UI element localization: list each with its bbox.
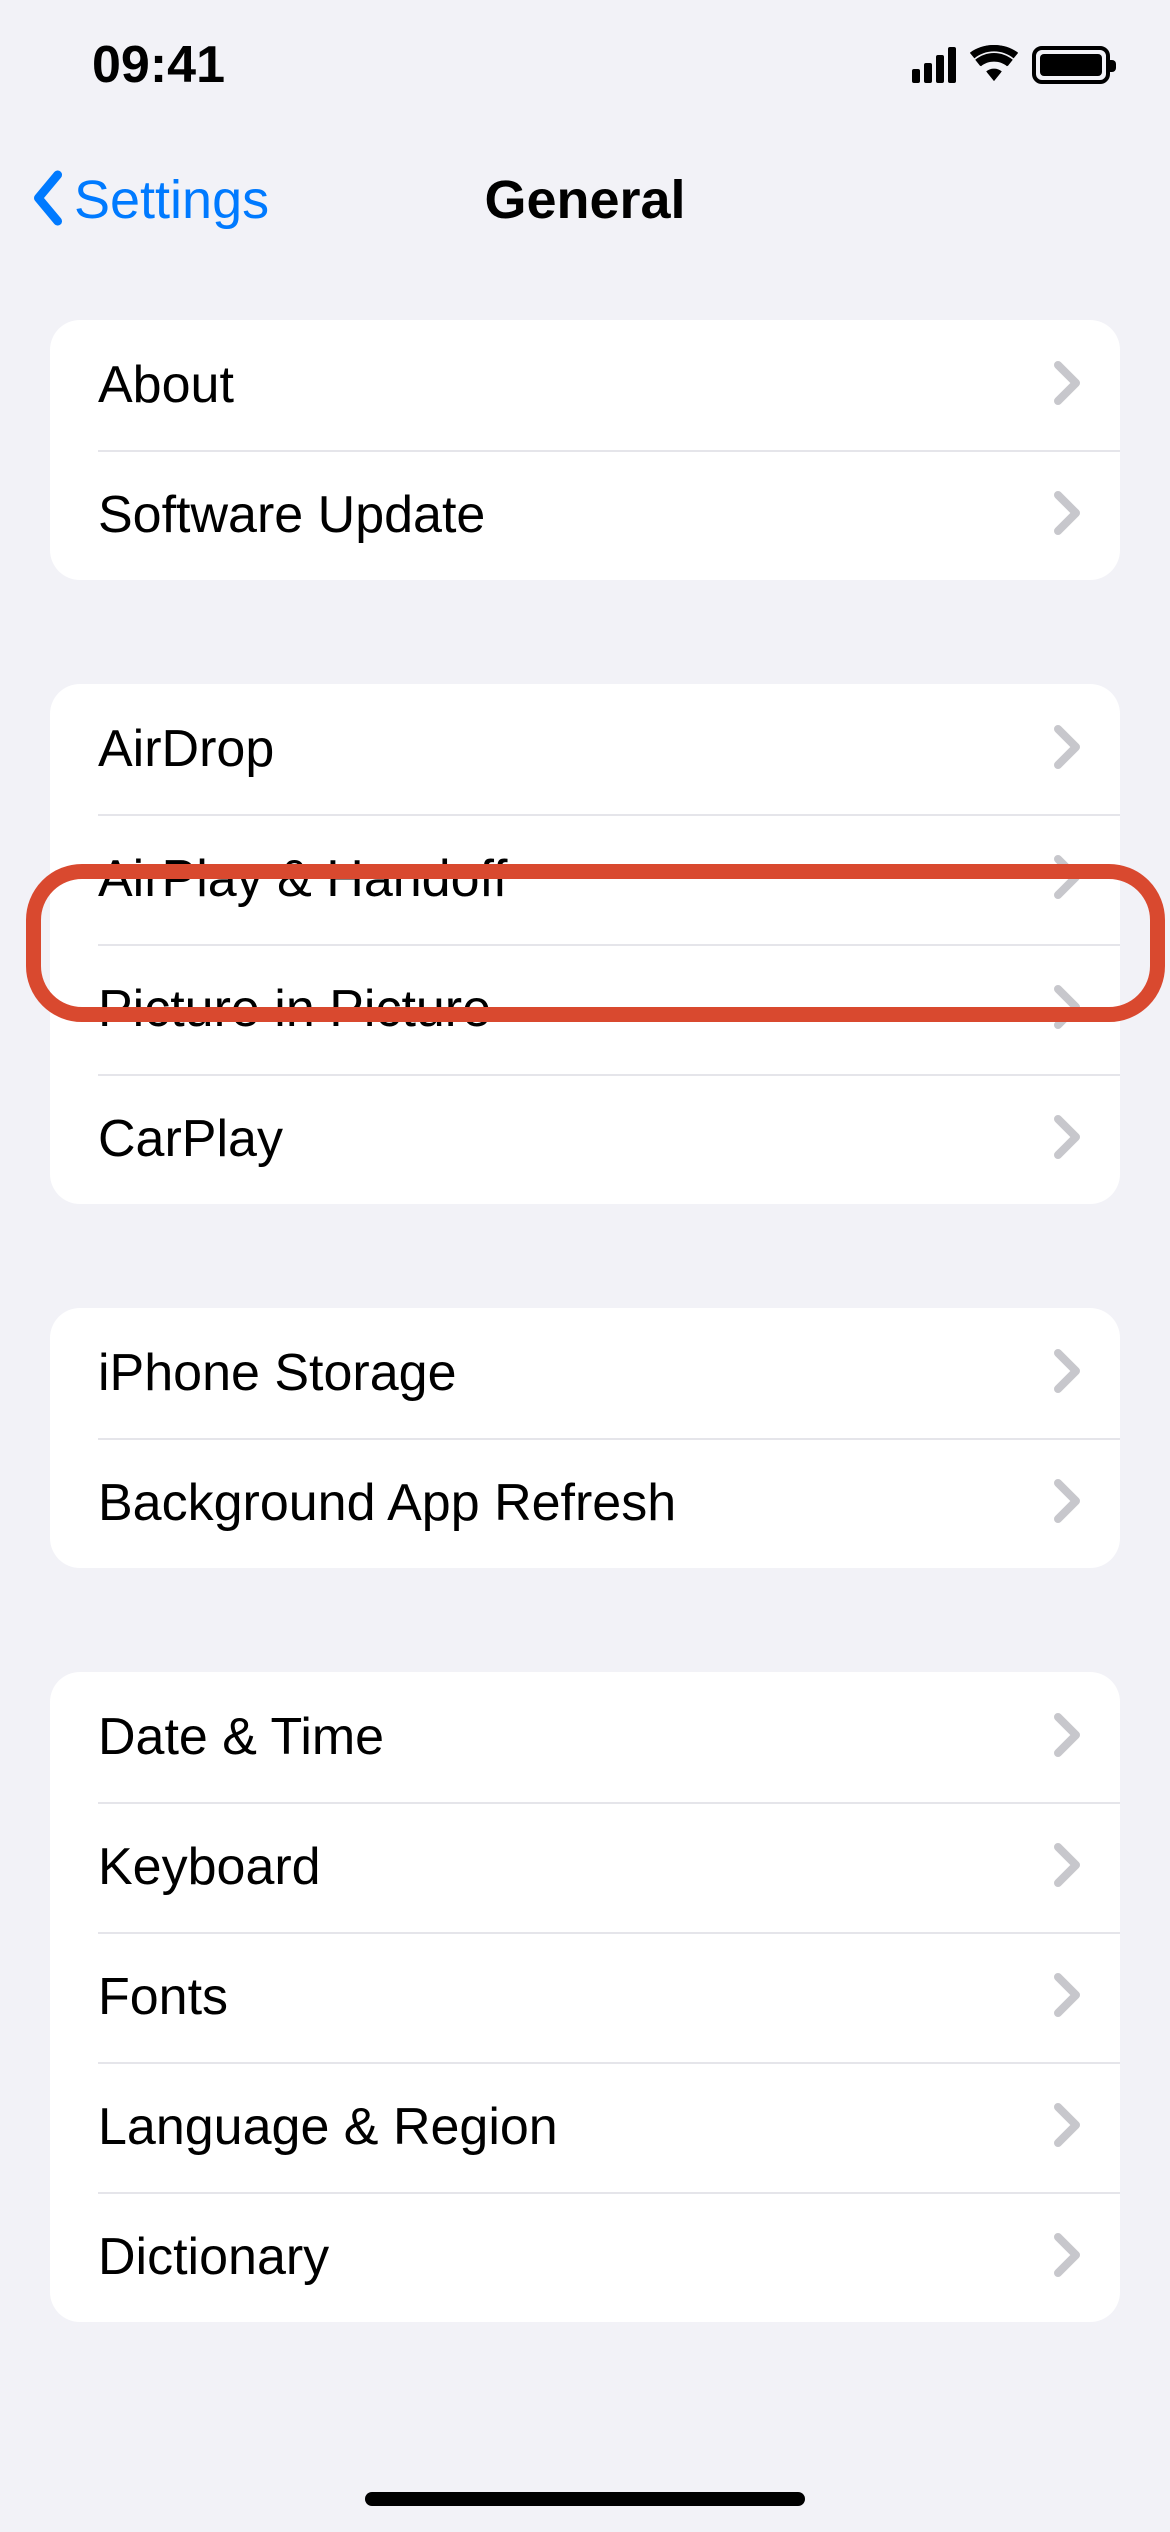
chevron-right-icon — [1054, 1973, 1080, 2022]
nav-bar: Settings General — [0, 130, 1170, 270]
status-time: 09:41 — [92, 35, 225, 95]
chevron-right-icon — [1054, 1843, 1080, 1892]
row-airplay-handoff[interactable]: AirPlay & Handoff — [50, 814, 1120, 944]
row-label: Language & Region — [98, 2097, 558, 2157]
row-background-app-refresh[interactable]: Background App Refresh — [50, 1438, 1120, 1568]
row-keyboard[interactable]: Keyboard — [50, 1802, 1120, 1932]
chevron-right-icon — [1054, 1349, 1080, 1398]
row-label: Picture in Picture — [98, 979, 491, 1039]
row-picture-in-picture[interactable]: Picture in Picture — [50, 944, 1120, 1074]
battery-icon — [1032, 46, 1110, 84]
chevron-right-icon — [1054, 1115, 1080, 1164]
settings-group-1: About Software Update — [50, 320, 1120, 580]
row-label: AirDrop — [98, 719, 274, 779]
row-label: iPhone Storage — [98, 1343, 457, 1403]
row-label: Date & Time — [98, 1707, 384, 1767]
row-about[interactable]: About — [50, 320, 1120, 450]
row-date-time[interactable]: Date & Time — [50, 1672, 1120, 1802]
back-label: Settings — [74, 169, 269, 231]
row-iphone-storage[interactable]: iPhone Storage — [50, 1308, 1120, 1438]
row-label: About — [98, 355, 234, 415]
row-label: Background App Refresh — [98, 1473, 676, 1533]
settings-group-4: Date & Time Keyboard Fonts Language & Re… — [50, 1672, 1120, 2322]
chevron-left-icon — [30, 169, 66, 232]
row-label: AirPlay & Handoff — [98, 849, 507, 909]
row-software-update[interactable]: Software Update — [50, 450, 1120, 580]
row-label: Software Update — [98, 485, 485, 545]
chevron-right-icon — [1054, 2103, 1080, 2152]
chevron-right-icon — [1054, 1713, 1080, 1762]
row-label: Dictionary — [98, 2227, 329, 2287]
settings-group-3: iPhone Storage Background App Refresh — [50, 1308, 1120, 1568]
row-fonts[interactable]: Fonts — [50, 1932, 1120, 2062]
row-language-region[interactable]: Language & Region — [50, 2062, 1120, 2192]
row-airdrop[interactable]: AirDrop — [50, 684, 1120, 814]
row-label: Fonts — [98, 1967, 228, 2027]
page-title: General — [484, 169, 685, 231]
settings-group-2: AirDrop AirPlay & Handoff Picture in Pic… — [50, 684, 1120, 1204]
chevron-right-icon — [1054, 985, 1080, 1034]
row-label: CarPlay — [98, 1109, 283, 1169]
chevron-right-icon — [1054, 2233, 1080, 2282]
status-bar: 09:41 — [0, 0, 1170, 130]
status-icons — [912, 45, 1110, 86]
chevron-right-icon — [1054, 855, 1080, 904]
row-carplay[interactable]: CarPlay — [50, 1074, 1120, 1204]
home-indicator[interactable] — [365, 2492, 805, 2506]
chevron-right-icon — [1054, 1479, 1080, 1528]
cellular-icon — [912, 47, 956, 83]
chevron-right-icon — [1054, 725, 1080, 774]
wifi-icon — [970, 45, 1018, 86]
chevron-right-icon — [1054, 491, 1080, 540]
row-label: Keyboard — [98, 1837, 321, 1897]
row-dictionary[interactable]: Dictionary — [50, 2192, 1120, 2322]
back-button[interactable]: Settings — [30, 169, 269, 232]
content: About Software Update AirDrop AirPlay & … — [0, 270, 1170, 2322]
chevron-right-icon — [1054, 361, 1080, 410]
